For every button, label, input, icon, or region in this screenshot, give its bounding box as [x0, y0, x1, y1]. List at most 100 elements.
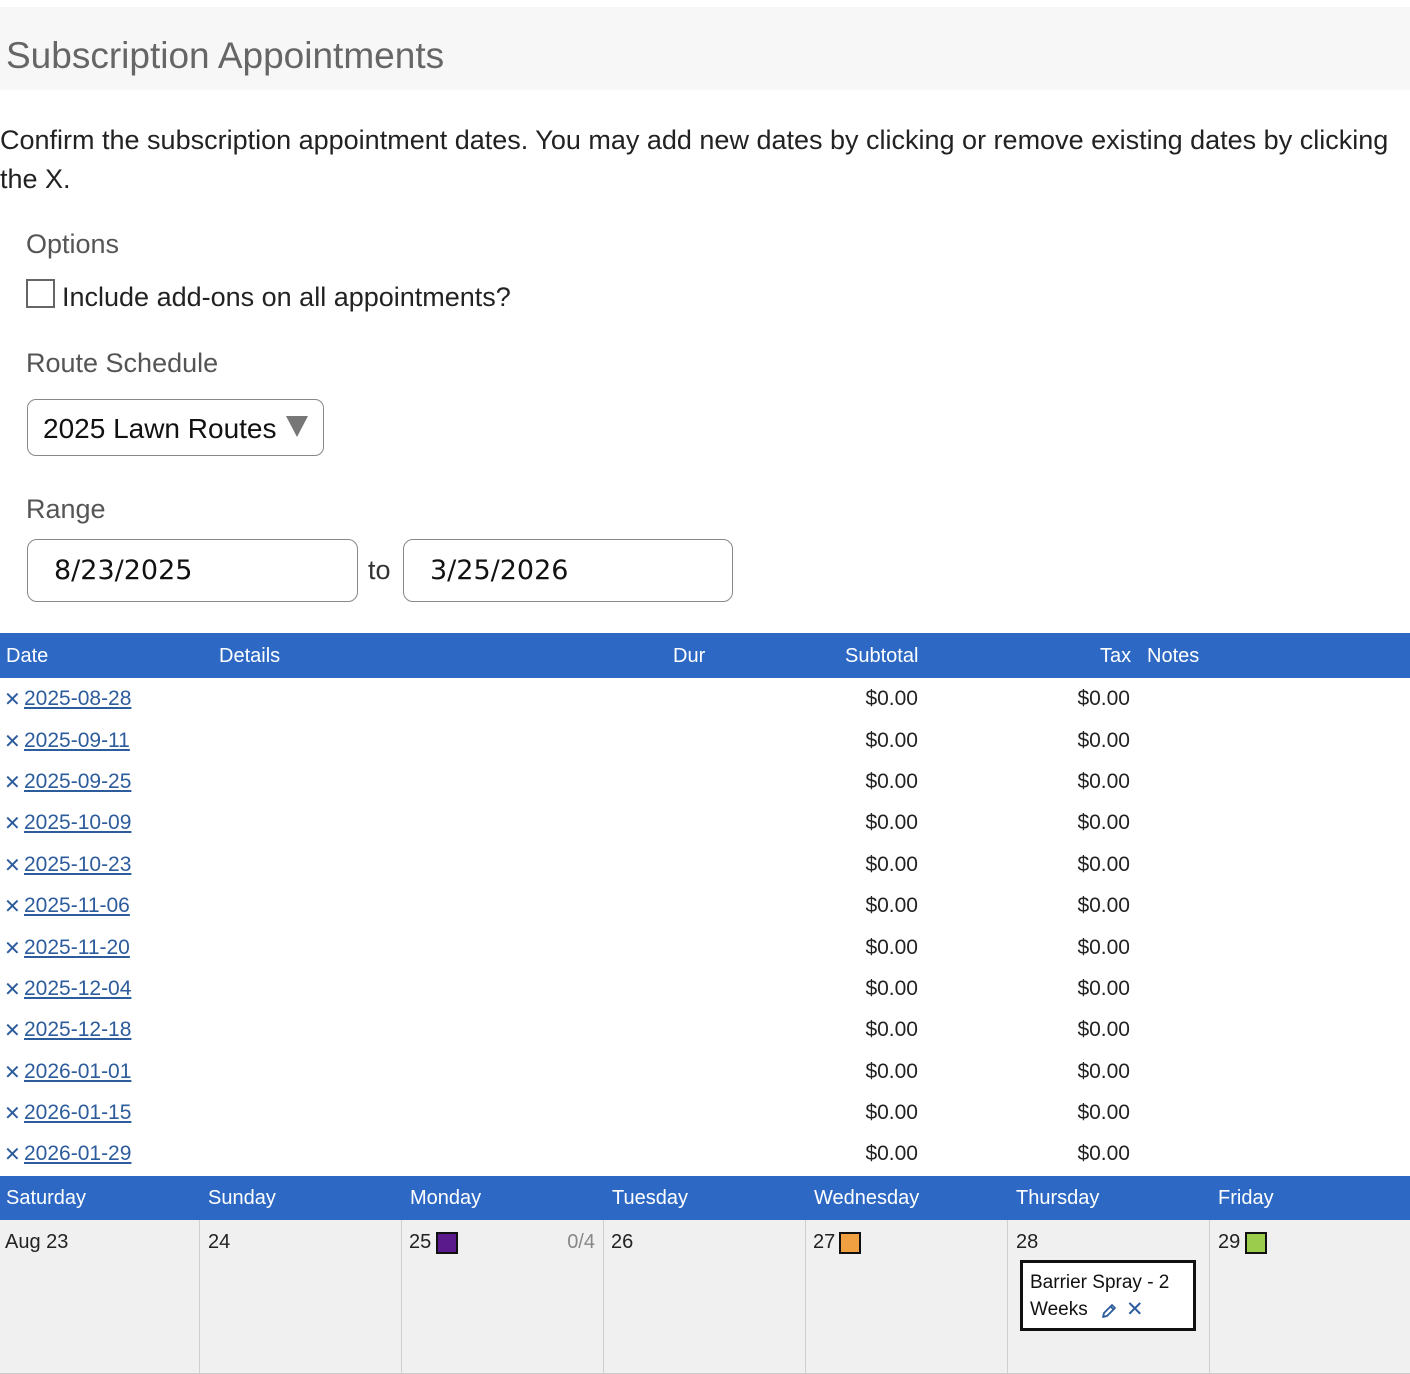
- appointment-date-link[interactable]: 2025-10-09: [24, 811, 131, 835]
- appointment-date-link[interactable]: 2025-09-25: [24, 770, 131, 794]
- remove-date-icon[interactable]: ✕: [4, 729, 21, 754]
- route-schedule-label: Route Schedule: [26, 348, 219, 378]
- remove-date-icon[interactable]: ✕: [4, 936, 21, 961]
- appointment-date-link[interactable]: 2026-01-01: [24, 1060, 131, 1084]
- capacity-count: 0/4: [567, 1231, 595, 1253]
- row-tax: $0.00: [1077, 687, 1130, 710]
- remove-date-icon[interactable]: ✕: [4, 853, 21, 878]
- row-tax: $0.00: [1077, 977, 1130, 1000]
- appointment-date-link[interactable]: 2025-11-20: [24, 936, 130, 960]
- column-date[interactable]: Date: [6, 645, 48, 668]
- calendar-week-row: Aug 23 24 25 0/4 26 27 28 Barrier Spray …: [0, 1220, 1410, 1374]
- remove-date-icon[interactable]: ✕: [4, 1018, 21, 1043]
- intro-text: Confirm the subscription appointment dat…: [0, 125, 1389, 194]
- appointment-date-link[interactable]: 2025-09-11: [24, 729, 130, 753]
- route-schedule-value: 2025 Lawn Routes: [43, 413, 277, 444]
- page-title: Subscription Appointments: [6, 35, 445, 76]
- appointments-table-header: Date Details Dur Subtotal Tax Notes: [0, 633, 1410, 678]
- row-subtotal: $0.00: [865, 1018, 918, 1041]
- row-tax: $0.00: [1077, 811, 1130, 834]
- calendar-header: Saturday Sunday Monday Tuesday Wednesday…: [0, 1176, 1410, 1220]
- row-subtotal: $0.00: [865, 1101, 918, 1124]
- calendar-day-wednesday: Wednesday: [814, 1187, 920, 1209]
- calendar-day-monday: Monday: [410, 1187, 482, 1209]
- appointment-date-link[interactable]: 2025-11-06: [24, 894, 130, 918]
- calendar-cell[interactable]: 26: [604, 1220, 806, 1374]
- row-tax: $0.00: [1077, 1060, 1130, 1083]
- include-addons-checkbox[interactable]: [26, 279, 55, 308]
- route-color-swatch: [839, 1232, 861, 1254]
- remove-date-icon[interactable]: ✕: [4, 1142, 21, 1167]
- column-subtotal: Subtotal: [845, 645, 919, 667]
- range-label: Range: [26, 494, 106, 524]
- remove-date-icon[interactable]: ✕: [4, 687, 21, 712]
- row-subtotal: $0.00: [865, 687, 918, 710]
- table-row: ✕ 2026-01-01 $0.00 $0.00: [0, 1060, 1410, 1101]
- appointment-date-link[interactable]: 2025-12-18: [24, 1018, 131, 1042]
- row-tax: $0.00: [1077, 1142, 1130, 1165]
- table-row: ✕ 2025-08-28 $0.00 $0.00: [0, 687, 1410, 728]
- table-row: ✕ 2025-12-18 $0.00 $0.00: [0, 1018, 1410, 1059]
- row-tax: $0.00: [1077, 1018, 1130, 1041]
- column-tax: Tax: [1100, 645, 1132, 667]
- calendar-cell[interactable]: 29: [1210, 1220, 1410, 1374]
- column-notes: Notes: [1147, 645, 1200, 667]
- appointment-date-link[interactable]: 2025-10-23: [24, 853, 131, 877]
- calendar-cell[interactable]: 27: [806, 1220, 1008, 1374]
- row-subtotal: $0.00: [865, 853, 918, 876]
- calendar-cell[interactable]: 24: [200, 1220, 402, 1374]
- row-tax: $0.00: [1077, 853, 1130, 876]
- table-row: ✕ 2025-11-06 $0.00 $0.00: [0, 894, 1410, 935]
- row-subtotal: $0.00: [865, 936, 918, 959]
- calendar-cell[interactable]: 25 0/4: [402, 1220, 604, 1374]
- row-tax: $0.00: [1077, 936, 1130, 959]
- appointment-date-link[interactable]: 2026-01-15: [24, 1101, 131, 1125]
- calendar-date: 26: [611, 1231, 634, 1253]
- row-subtotal: $0.00: [865, 729, 918, 752]
- table-row: ✕ 2025-09-11 $0.00 $0.00: [0, 729, 1410, 770]
- range-end-input[interactable]: [403, 539, 733, 602]
- row-subtotal: $0.00: [865, 894, 918, 917]
- calendar-cell[interactable]: Aug 23: [0, 1220, 200, 1374]
- table-row: ✕ 2025-09-25 $0.00 $0.00: [0, 770, 1410, 811]
- row-tax: $0.00: [1077, 894, 1130, 917]
- calendar-cell[interactable]: 28 Barrier Spray - 2 Weeks ✕: [1008, 1220, 1210, 1374]
- page-header: Subscription Appointments: [0, 7, 1410, 90]
- remove-date-icon[interactable]: ✕: [4, 811, 21, 836]
- calendar-day-tuesday: Tuesday: [612, 1187, 688, 1209]
- appointment-date-link[interactable]: 2025-12-04: [24, 977, 131, 1001]
- calendar-date: 29: [1218, 1231, 1241, 1253]
- appointment-date-link[interactable]: 2026-01-29: [24, 1142, 131, 1166]
- route-color-swatch: [1245, 1232, 1267, 1254]
- remove-date-icon[interactable]: ✕: [4, 1101, 21, 1126]
- table-row: ✕ 2025-10-23 $0.00 $0.00: [0, 853, 1410, 894]
- calendar-date: 25: [409, 1231, 432, 1253]
- appointment-title-line1: Barrier Spray - 2: [1030, 1272, 1170, 1293]
- calendar-date: 28: [1016, 1231, 1039, 1253]
- row-subtotal: $0.00: [865, 770, 918, 793]
- range-start-input[interactable]: [27, 539, 358, 602]
- row-tax: $0.00: [1077, 770, 1130, 793]
- route-color-swatch: [436, 1232, 458, 1254]
- calendar-day-sunday: Sunday: [208, 1187, 276, 1209]
- row-subtotal: $0.00: [865, 977, 918, 1000]
- calendar-day-saturday: Saturday: [6, 1187, 87, 1209]
- appointment-date-link[interactable]: 2025-08-28: [24, 687, 131, 711]
- calendar-date: 24: [208, 1231, 231, 1253]
- include-addons-label[interactable]: Include add-ons on all appointments?: [62, 282, 511, 313]
- route-schedule-select[interactable]: 2025 Lawn Routes: [27, 399, 324, 456]
- row-subtotal: $0.00: [865, 1060, 918, 1083]
- remove-date-icon[interactable]: ✕: [4, 1060, 21, 1085]
- remove-date-icon[interactable]: ✕: [4, 894, 21, 919]
- table-row: ✕ 2025-11-20 $0.00 $0.00: [0, 936, 1410, 977]
- pencil-icon[interactable]: [1100, 1302, 1118, 1320]
- calendar-day-thursday: Thursday: [1016, 1187, 1100, 1209]
- remove-appointment-icon[interactable]: ✕: [1126, 1296, 1144, 1323]
- remove-date-icon[interactable]: ✕: [4, 770, 21, 795]
- remove-date-icon[interactable]: ✕: [4, 977, 21, 1002]
- calendar-date: Aug 23: [5, 1231, 69, 1253]
- table-row: ✕ 2025-12-04 $0.00 $0.00: [0, 977, 1410, 1018]
- range-to-label: to: [368, 555, 391, 585]
- row-subtotal: $0.00: [865, 811, 918, 834]
- appointment-card[interactable]: Barrier Spray - 2 Weeks ✕: [1020, 1260, 1196, 1331]
